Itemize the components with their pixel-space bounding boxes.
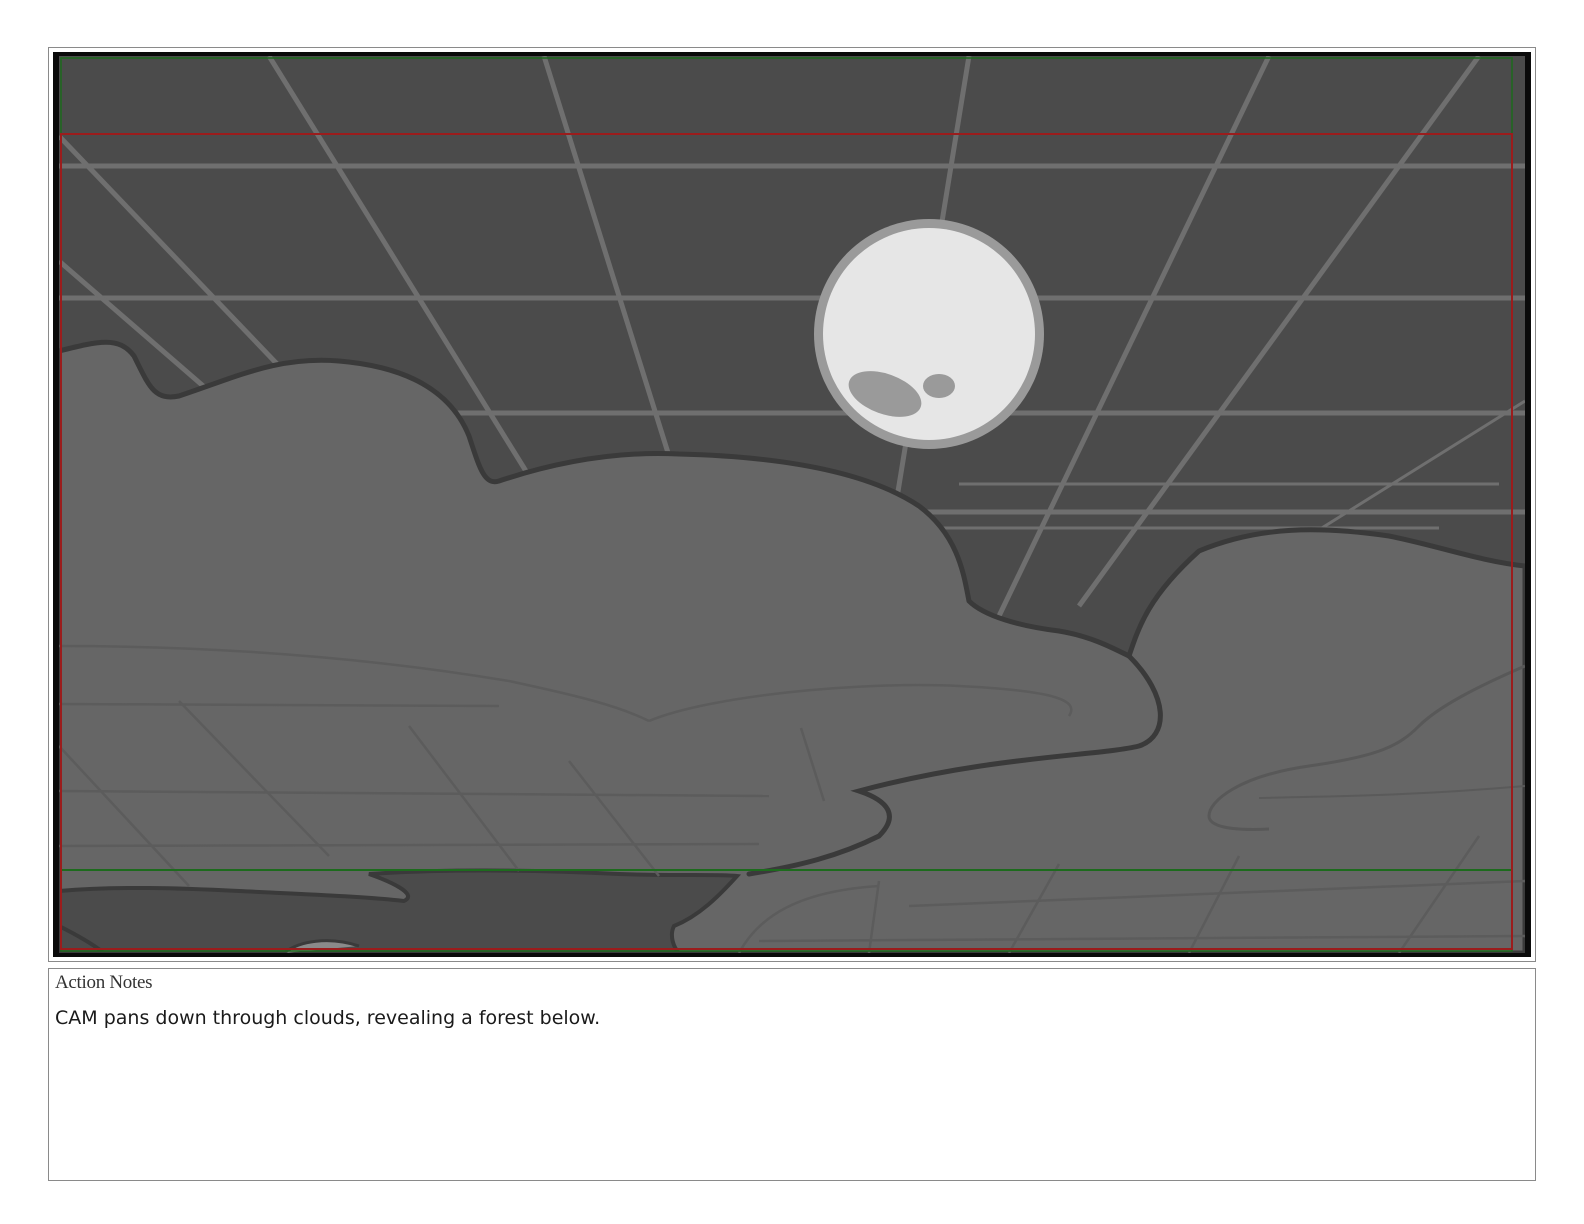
storyboard-drawing [59,56,1525,953]
action-notes-text: CAM pans down through clouds, revealing … [55,1007,601,1029]
moon [814,219,1044,449]
action-notes-box: Action Notes CAM pans down through cloud… [48,968,1536,1181]
action-notes-title: Action Notes [55,972,153,993]
storyboard-panel [53,52,1531,957]
storyboard-panel-frame [48,47,1536,962]
